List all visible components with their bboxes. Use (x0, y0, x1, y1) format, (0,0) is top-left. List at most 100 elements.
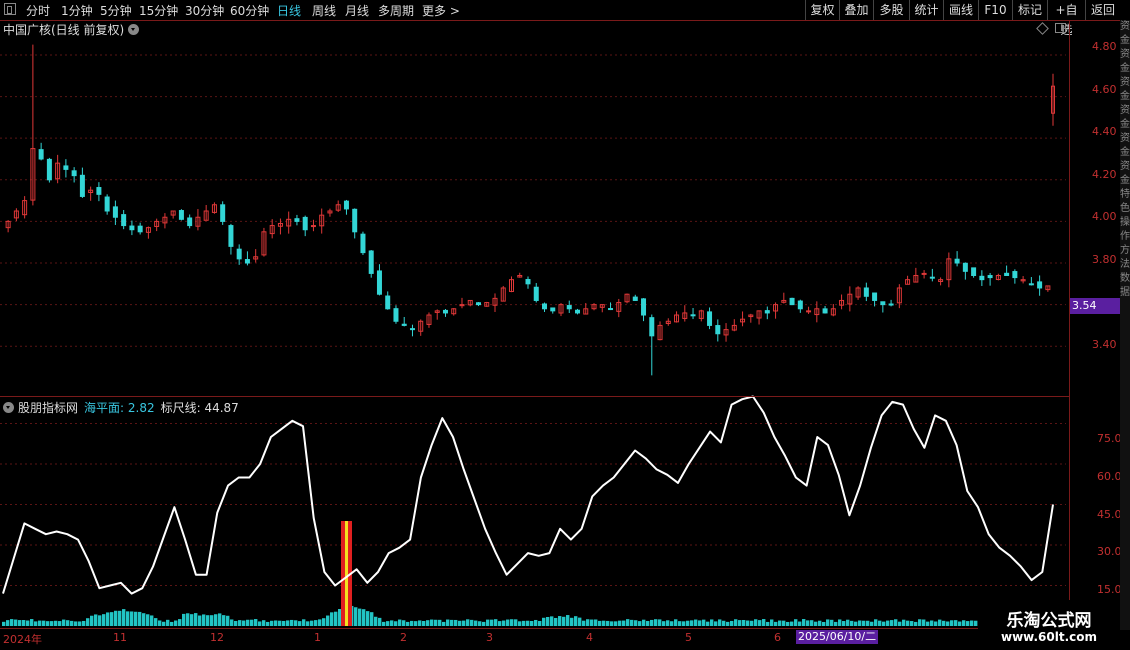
side-char: 金 (1120, 63, 1130, 74)
sea-level-bar (382, 621, 386, 626)
sea-level-bar (822, 621, 826, 626)
sea-level-bar (602, 620, 606, 626)
sea-level-bar (230, 619, 234, 626)
candle-body (525, 279, 531, 285)
period-15min[interactable]: 15分钟 (139, 2, 178, 19)
sea-level-bar (110, 612, 114, 626)
period-more[interactable]: 更多 > (422, 2, 460, 19)
sea-level-bar (826, 619, 830, 626)
side-char: 方 (1120, 245, 1130, 256)
sea-level-bar (186, 613, 190, 626)
draw-line-button[interactable]: 画线 (943, 0, 978, 20)
sea-level-bar (42, 620, 46, 626)
sea-level-bar (546, 616, 550, 626)
sea-level-bar (606, 620, 610, 626)
sea-level-bar (570, 617, 574, 626)
chevron-down-icon[interactable] (128, 24, 140, 35)
ruler-line-value: 标尺线: 44.87 (160, 401, 239, 415)
side-char: 金 (1120, 147, 1130, 158)
sea-level-bar (854, 621, 858, 626)
f10-button[interactable]: F10 (978, 0, 1012, 20)
sea-level-bar (694, 619, 698, 626)
sea-level-bar (754, 619, 758, 626)
candle-body (368, 250, 374, 274)
candle-body (343, 200, 349, 210)
add-watchlist-button[interactable]: +自选 (1047, 0, 1085, 37)
panel-divider (0, 396, 1069, 397)
sea-level-bar (2, 621, 6, 626)
period-1min[interactable]: 1分钟 (61, 2, 93, 19)
period-intraday[interactable]: 分时 (26, 2, 50, 19)
candle-body (442, 309, 448, 314)
indicator-name[interactable]: 股朋指标网 (18, 401, 78, 415)
sea-level-bar (642, 619, 646, 626)
sea-level-bar (146, 614, 150, 626)
sea-level-bar (718, 619, 722, 626)
sea-level-bar (154, 618, 158, 626)
panel-toggle-icon[interactable] (1055, 23, 1066, 33)
sea-level-bar (426, 620, 430, 626)
overlay-button[interactable]: 叠加 (839, 0, 873, 20)
candle-body (352, 208, 358, 233)
candle-body (1004, 272, 1010, 276)
candle-body (178, 210, 184, 220)
sea-level-bar (414, 621, 418, 626)
period-5min[interactable]: 5分钟 (100, 2, 132, 19)
side-char: 资 (1120, 77, 1130, 88)
sea-level-bar (14, 619, 18, 626)
sea-level-bar (662, 621, 666, 626)
period-weekly[interactable]: 周线 (312, 2, 336, 19)
sea-level-bar (678, 621, 682, 626)
sea-level-bar (958, 621, 962, 626)
sea-level-bar (58, 621, 62, 626)
candle-body (649, 317, 655, 337)
sea-level-bar (362, 609, 366, 626)
period-60min[interactable]: 60分钟 (230, 2, 269, 19)
sea-level-bar (498, 621, 502, 626)
period-30min[interactable]: 30分钟 (185, 2, 224, 19)
sea-level-bar (674, 619, 678, 626)
back-button[interactable]: 返回 (1085, 0, 1120, 20)
multi-stock-button[interactable]: 多股 (873, 0, 909, 20)
sea-level-bar (522, 620, 526, 626)
period-daily[interactable]: 日线 (277, 2, 301, 19)
side-info-column[interactable]: 资 金 资 金 资 金 资 金 资 金 资 金 特 色 操 作 方 法 数 据 (1120, 20, 1130, 630)
sea-level-bar (30, 619, 34, 626)
sea-level-bar (66, 620, 70, 626)
sea-level-bar (798, 621, 802, 626)
sea-level-bar (166, 619, 170, 626)
sea-level-bar (670, 621, 674, 626)
sea-level-bar (86, 618, 90, 626)
signal-bar-core (345, 521, 348, 626)
mark-button[interactable]: 标记 (1012, 0, 1047, 20)
sea-level-bar (102, 614, 106, 626)
price-tick: 4.80 (1092, 40, 1117, 53)
sea-level-bar (626, 619, 630, 626)
sea-level-bar (282, 620, 286, 626)
sea-level-bar (766, 621, 770, 626)
candle-body (310, 225, 316, 228)
sea-level-bar (530, 620, 534, 626)
fuquan-button[interactable]: 复权 (805, 0, 839, 20)
sea-level-bar (738, 620, 742, 626)
sea-level-bar (562, 616, 566, 626)
sea-level-bar (514, 619, 518, 626)
chevron-down-icon[interactable] (3, 402, 14, 413)
sea-level-bar (714, 621, 718, 626)
sea-level-bar (722, 620, 726, 626)
sea-level-bar (746, 620, 750, 626)
sea-level-bar (462, 620, 466, 626)
menu-icon[interactable] (4, 3, 16, 15)
sea-level-bar (198, 615, 202, 626)
side-char: 金 (1120, 119, 1130, 130)
sea-level-bar (878, 620, 882, 626)
sea-level-bar (38, 620, 42, 626)
stats-button[interactable]: 统计 (909, 0, 943, 20)
sea-level-bar (78, 621, 82, 626)
side-char: 资 (1120, 161, 1130, 172)
sea-level-bar (190, 614, 194, 626)
sea-level-bar (286, 620, 290, 626)
sea-level-bar (574, 616, 578, 626)
period-multi[interactable]: 多周期 (378, 2, 414, 19)
period-monthly[interactable]: 月线 (345, 2, 369, 19)
